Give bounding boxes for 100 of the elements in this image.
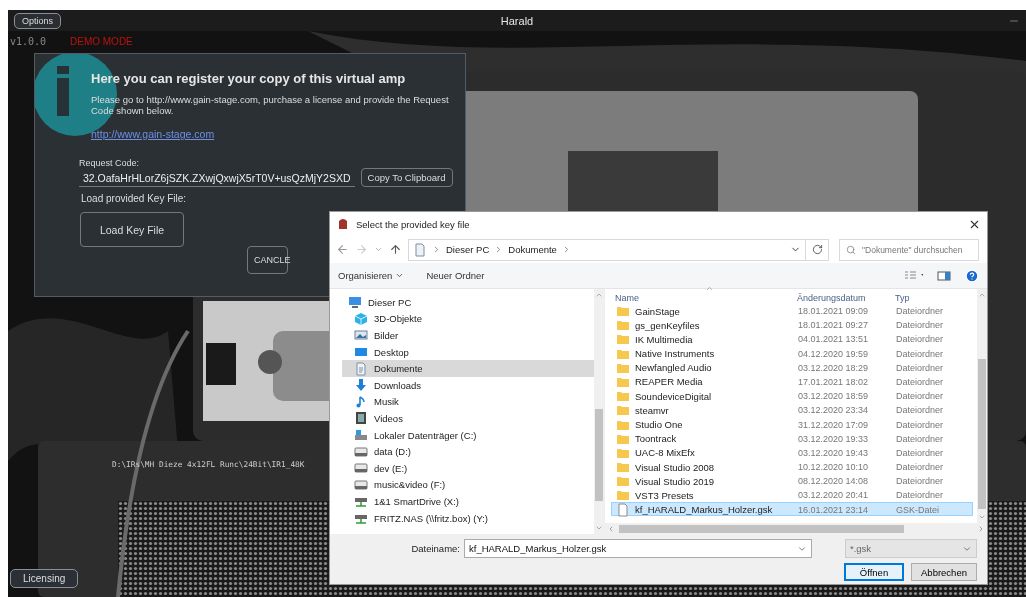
tree-item[interactable]: music&video (F:) xyxy=(342,476,594,494)
drive-icon xyxy=(354,461,368,476)
options-button[interactable]: Options xyxy=(14,12,62,29)
new-folder-button[interactable]: Neuer Ordner xyxy=(426,270,485,281)
tree-item[interactable]: Dieser PC xyxy=(342,294,594,311)
file-row[interactable]: Visual Studio 2008 10.12.2020 10:10 Dateiordner xyxy=(611,459,973,474)
tree-item[interactable]: data (D:) xyxy=(342,443,594,460)
tree-item[interactable]: 1&1 SmartDrive (X:) xyxy=(342,493,594,510)
folder-icon xyxy=(616,304,630,318)
file-row[interactable]: steamvr 03.12.2020 23:34 Dateiordner xyxy=(611,402,973,417)
file-row[interactable]: Studio One 31.12.2020 17:09 Dateiordner xyxy=(611,416,973,431)
file-icon xyxy=(616,502,630,517)
forward-icon[interactable] xyxy=(355,243,368,256)
file-row[interactable]: Visual Studio 2019 08.12.2020 14:08 Dateiordner xyxy=(611,473,973,488)
filename-label: Dateiname: xyxy=(411,543,460,554)
tree-item[interactable]: Dokumente xyxy=(342,360,594,377)
tree-item[interactable]: Desktop xyxy=(342,343,594,361)
file-row[interactable]: gs_genKeyfiles 18.01.2021 09:27 Dateiordner xyxy=(611,317,973,332)
tree-item[interactable]: Videos xyxy=(342,410,594,427)
scrollbar[interactable] xyxy=(977,289,987,523)
drive-icon xyxy=(354,477,368,492)
file-type-dropdown[interactable]: *.gsk xyxy=(845,539,977,558)
cancel-button[interactable]: CANCLE xyxy=(247,246,288,274)
tree-item[interactable]: Musik xyxy=(342,393,594,411)
sort-icon xyxy=(705,284,714,293)
cube-icon xyxy=(354,311,368,326)
tree-item[interactable]: Downloads xyxy=(342,376,594,394)
file-row[interactable]: GainStage 18.01.2021 09:09 Dateiordner xyxy=(611,303,973,318)
file-row[interactable]: REAPER Media 17.01.2021 18:02 Dateiordner xyxy=(611,373,973,389)
download-arrow-icon xyxy=(354,378,368,393)
up-icon[interactable] xyxy=(389,243,402,256)
version-label: v1.0.0 xyxy=(10,36,47,47)
request-code-label: Request Code: xyxy=(79,158,141,168)
address-bar[interactable]: Dieser PC Dokumente xyxy=(408,238,806,261)
file-row[interactable]: kf_HARALD_Markus_Holzer.gsk 16.01.2021 23:14 GSK-Datei xyxy=(611,501,973,516)
key-file-label: Load provided Key File: xyxy=(81,193,188,204)
drive-icon xyxy=(354,444,368,459)
folder-icon xyxy=(616,403,630,418)
file-row[interactable]: UAC-8 MixEfx 03.12.2020 19:43 Dateiordner xyxy=(611,444,973,460)
file-row[interactable]: IK Multimedia 04.01.2021 13:51 Dateiordner xyxy=(611,331,973,346)
demo-mode-label: DEMO MODE xyxy=(70,36,133,47)
app-icon xyxy=(336,217,350,231)
file-row[interactable]: SoundeviceDigital 03.12.2020 18:59 Dateiordner xyxy=(611,388,973,403)
file-row[interactable]: Native Instruments 04.12.2020 19:59 Dateiordner xyxy=(611,345,973,360)
dialog-title: Select the provided key file xyxy=(356,218,471,230)
help-icon[interactable] xyxy=(965,268,979,283)
breadcrumb-item[interactable]: Dieser PC xyxy=(446,244,490,255)
tree-item[interactable]: 3D-Objekte xyxy=(342,310,594,328)
licensing-button[interactable]: Licensing xyxy=(10,569,79,588)
search-icon xyxy=(846,244,856,255)
folder-icon xyxy=(616,488,630,503)
folder-icon xyxy=(616,474,630,489)
dialog-title: Here you can register your copy of this virtual amp xyxy=(91,71,407,86)
folder-icon xyxy=(616,389,630,404)
filename-field[interactable]: kf_HARALD_Markus_Holzer.gsk xyxy=(464,539,812,558)
folder-icon xyxy=(616,460,630,475)
search-field[interactable]: "Dokumente" durchsuchen xyxy=(839,238,979,261)
back-icon[interactable] xyxy=(336,243,349,256)
file-row[interactable]: Toontrack 03.12.2020 19:33 Dateiordner xyxy=(611,430,973,445)
load-key-file-button[interactable]: Load Key File xyxy=(80,212,184,247)
chevron-icon xyxy=(432,245,441,254)
folder-icon xyxy=(616,332,630,347)
film-icon xyxy=(354,411,368,426)
document-icon xyxy=(354,361,368,376)
recent-caret-icon[interactable] xyxy=(374,245,383,254)
organize-button[interactable]: Organisieren xyxy=(338,270,405,281)
copy-button[interactable]: Copy To Clipboard xyxy=(360,168,453,187)
scrollbar[interactable] xyxy=(594,289,604,534)
scroll-up-icon[interactable] xyxy=(595,291,603,299)
tree-item[interactable]: Bilder xyxy=(342,327,594,344)
column-header[interactable]: Name xyxy=(615,293,797,303)
scroll-down-icon[interactable] xyxy=(978,513,986,521)
refresh-icon xyxy=(811,244,823,255)
file-row[interactable]: VST3 Presets 03.12.2020 20:41 Dateiordner xyxy=(611,487,973,502)
request-code-field[interactable]: 32.OafaHrHLorZ6jSZK.ZXwjQxwjX5rT0V+usQzMjY2SXD xyxy=(79,171,355,187)
folder-icon xyxy=(616,318,630,333)
breadcrumb-item[interactable]: Dokumente xyxy=(508,244,557,255)
tree-item[interactable]: dev (E:) xyxy=(342,459,594,477)
music-note-icon xyxy=(354,394,368,409)
dialog-button[interactable]: Öffnen xyxy=(844,563,904,581)
window-title: Harald xyxy=(500,14,534,27)
scroll-right-icon[interactable] xyxy=(977,524,985,533)
picture-icon xyxy=(354,328,368,343)
file-row[interactable]: Newfangled Audio 03.12.2020 18:29 Dateiordner xyxy=(611,359,973,374)
tree-item[interactable]: Lokaler Datenträger (C:) xyxy=(342,426,594,444)
drive-icon xyxy=(354,428,368,443)
dialog-message: Please go to http://www.gain-stage.com, purchase a license and provide the Request Code shown below. xyxy=(91,94,450,116)
refresh-button[interactable] xyxy=(805,238,829,261)
column-header[interactable]: Änderungsdatum xyxy=(797,293,895,303)
scroll-left-icon[interactable] xyxy=(607,524,615,533)
tree-item[interactable]: FRITZ.NAS (\\fritz.box) (Y:) xyxy=(342,509,594,527)
scroll-down-icon[interactable] xyxy=(595,524,603,532)
website-link[interactable]: http://www.gain-stage.com xyxy=(91,128,215,140)
document-icon xyxy=(413,242,427,257)
caret-icon xyxy=(395,271,405,280)
horizontal-scrollbar[interactable] xyxy=(605,523,987,534)
column-header[interactable]: Typ xyxy=(895,293,973,303)
computer-icon xyxy=(348,295,362,310)
scroll-up-icon[interactable] xyxy=(978,291,986,299)
dialog-button[interactable]: Abbrechen xyxy=(911,563,977,581)
